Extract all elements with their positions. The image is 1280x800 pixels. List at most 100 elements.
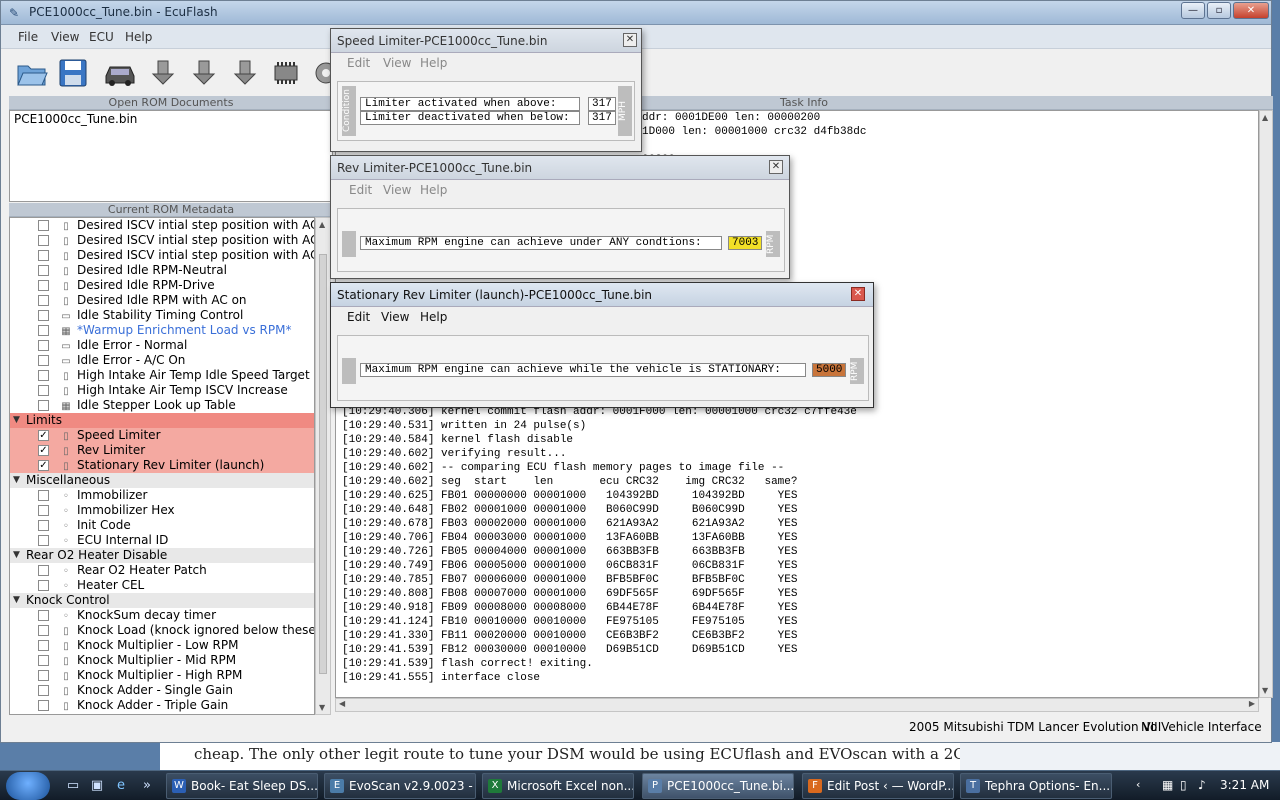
checkbox[interactable] [38, 640, 49, 651]
checkbox[interactable] [38, 250, 49, 261]
read-chip-icon[interactable] [146, 56, 180, 90]
taskbar-item[interactable]: T Tephra Options- En... [960, 773, 1112, 799]
checkbox[interactable] [38, 310, 49, 321]
checkbox[interactable] [38, 700, 49, 711]
tree-item[interactable]: ▯ Desired Idle RPM-Drive [10, 278, 314, 293]
tree-item[interactable]: ✓ ▯ Stationary Rev Limiter (launch) [10, 458, 314, 473]
tree-item[interactable]: ✓ ▯ Speed Limiter [10, 428, 314, 443]
tree-item[interactable]: ✓ ▯ Rev Limiter [10, 443, 314, 458]
tree-item[interactable]: ▯ Knock Multiplier - Mid RPM [10, 653, 314, 668]
compare-chip-icon[interactable] [228, 56, 262, 90]
rev-limit-value[interactable]: 7003 [728, 236, 762, 250]
checkbox[interactable] [38, 325, 49, 336]
tree-item[interactable]: ◦ ECU Internal ID [10, 533, 314, 548]
metadata-scrollbar[interactable]: ▲ ▼ [315, 217, 331, 715]
start-button[interactable] [6, 772, 50, 800]
tree-item[interactable]: ▯ Knock Multiplier - High RPM [10, 668, 314, 683]
rev-menu-help[interactable]: Help [420, 183, 447, 197]
taskbar-item[interactable]: W Book- Eat Sleep DS... [166, 773, 318, 799]
taskbar-item[interactable]: X Microsoft Excel non... [482, 773, 634, 799]
checkbox[interactable] [38, 535, 49, 546]
speed-menu-view[interactable]: View [383, 56, 411, 70]
close-button[interactable]: ✕ [1233, 2, 1269, 19]
checkbox[interactable] [38, 400, 49, 411]
checkbox[interactable] [38, 355, 49, 366]
tree-item[interactable]: ▯ Desired Idle RPM-Neutral [10, 263, 314, 278]
tree-item[interactable]: ▦ *Warmup Enrichment Load vs RPM* [10, 323, 314, 338]
tree-category[interactable]: ▼ Miscellaneous [10, 473, 314, 488]
checkbox[interactable] [38, 280, 49, 291]
open-doc-item[interactable]: PCE1000cc_Tune.bin [10, 111, 332, 127]
scroll-thumb[interactable] [319, 254, 327, 674]
scroll-up-arrow-icon[interactable]: ▲ [319, 220, 325, 229]
write-chip-icon[interactable] [187, 56, 221, 90]
quicklaunch-more-icon[interactable]: » [138, 777, 156, 795]
checkbox[interactable] [38, 265, 49, 276]
gear-icon[interactable] [309, 56, 331, 90]
tree-item[interactable]: ▭ Idle Error - A/C On [10, 353, 314, 368]
log-scroll-up-icon[interactable]: ▲ [1262, 113, 1268, 122]
tree-item[interactable]: ◦ Init Code [10, 518, 314, 533]
checkbox[interactable] [38, 625, 49, 636]
tree-item[interactable]: ▭ Idle Stability Timing Control [10, 308, 314, 323]
rev-limiter-close-icon[interactable]: ✕ [769, 160, 783, 174]
checkbox[interactable] [38, 490, 49, 501]
taskbar-item[interactable]: P PCE1000cc_Tune.bi... [642, 773, 794, 799]
stationary-limit-value[interactable]: 5000 [812, 363, 846, 377]
checkbox[interactable] [38, 655, 49, 666]
menu-file[interactable]: File [18, 30, 38, 44]
show-desktop-icon[interactable]: ▭ [64, 777, 82, 795]
tree-item[interactable]: ◦ KnockSum decay timer [10, 608, 314, 623]
tree-item[interactable]: ▯ Desired ISCV intial step position with … [10, 233, 314, 248]
tray-volume-icon[interactable]: ♪ [1198, 778, 1206, 792]
stat-menu-help[interactable]: Help [420, 310, 447, 324]
checkbox[interactable] [38, 670, 49, 681]
menu-ecu[interactable]: ECU [89, 30, 114, 44]
tree-item[interactable]: ▯ Desired ISCV intial step position with … [10, 248, 314, 263]
log-scroll-left-icon[interactable]: ◀ [339, 699, 345, 708]
checkbox[interactable] [38, 370, 49, 381]
tree-item[interactable]: ▯ High Intake Air Temp Idle Speed Target [10, 368, 314, 383]
log-horizontal-scrollbar[interactable]: ◀ ▶ [335, 698, 1259, 712]
minimize-button[interactable]: — [1181, 2, 1205, 19]
speed-limiter-close-icon[interactable]: ✕ [623, 33, 637, 47]
checkbox[interactable] [38, 220, 49, 231]
checkbox[interactable] [38, 505, 49, 516]
tree-item[interactable]: ▯ Knock Load (knock ignored below these v… [10, 623, 314, 638]
tray-expand-icon[interactable]: ‹ [1136, 778, 1140, 791]
rev-menu-edit[interactable]: Edit [349, 183, 372, 197]
internet-explorer-icon[interactable]: e [112, 777, 130, 795]
checkbox[interactable] [38, 610, 49, 621]
stat-menu-edit[interactable]: Edit [347, 310, 370, 324]
tree-item[interactable]: ▯ Desired Idle RPM with AC on [10, 293, 314, 308]
speed-menu-edit[interactable]: Edit [347, 56, 370, 70]
checkbox[interactable] [38, 580, 49, 591]
stationary-close-icon[interactable]: ✕ [851, 287, 865, 301]
tree-category[interactable]: ▼ Knock Control [10, 593, 314, 608]
menu-help[interactable]: Help [125, 30, 152, 44]
tree-item[interactable]: ◦ Immobilizer Hex [10, 503, 314, 518]
save-disk-icon[interactable] [56, 56, 90, 90]
checkbox[interactable]: ✓ [38, 460, 49, 471]
switch-windows-icon[interactable]: ▣ [88, 777, 106, 795]
maximize-button[interactable]: ▫ [1207, 2, 1231, 19]
checkbox[interactable]: ✓ [38, 445, 49, 456]
stat-menu-view[interactable]: View [381, 310, 409, 324]
rev-menu-view[interactable]: View [383, 183, 411, 197]
log-scroll-down-icon[interactable]: ▼ [1262, 686, 1268, 695]
tray-network-icon[interactable]: ▦ [1162, 778, 1173, 792]
tree-item[interactable]: ▯ Knock Adder - Triple Gain [10, 698, 314, 713]
tray-clock[interactable]: 3:21 AM [1220, 778, 1269, 792]
tree-item[interactable]: ▦ Idle Stepper Look up Table [10, 398, 314, 413]
car-icon[interactable] [103, 56, 137, 90]
tree-item[interactable]: ▯ Desired ISCV intial step position with … [10, 218, 314, 233]
tree-item[interactable]: ▯ High Intake Air Temp ISCV Increase [10, 383, 314, 398]
taskbar-item[interactable]: E EvoScan v2.9.0023 - ... [324, 773, 476, 799]
log-vertical-scrollbar[interactable]: ▲ ▼ [1259, 110, 1273, 698]
tree-category[interactable]: ▼ Rear O2 Heater Disable [10, 548, 314, 563]
expand-arrow-icon[interactable]: ▼ [13, 548, 20, 563]
tree-item[interactable]: ◦ Heater CEL [10, 578, 314, 593]
checkbox[interactable] [38, 685, 49, 696]
checkbox[interactable]: ✓ [38, 430, 49, 441]
taskbar-item[interactable]: F Edit Post ‹ — WordP... [802, 773, 954, 799]
